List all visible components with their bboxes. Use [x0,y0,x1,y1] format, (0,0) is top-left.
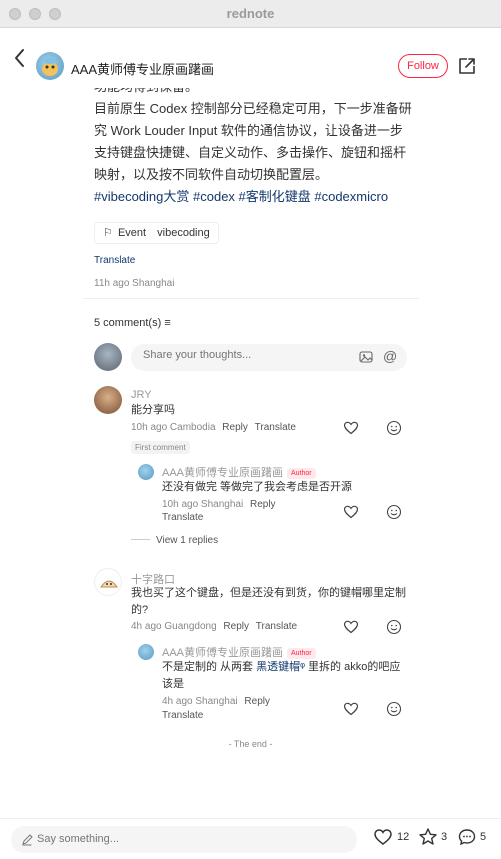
reply-author-name: AAA黄师傅专业原画躇画 [162,647,284,659]
post-hashtags[interactable]: #vibecoding大赏 #codex #客制化键盘 #codexmicro [94,186,414,208]
say-something-input[interactable] [37,833,337,845]
view-replies-line [131,539,150,540]
end-of-comments: - The end - [228,739,273,749]
comment-meta: 10h ago Cambodia Reply Translate [131,422,296,433]
heart-icon[interactable] [343,420,359,436]
post-meta: 11h ago Shanghai [94,278,175,289]
translate-post-link[interactable]: Translate [94,255,135,266]
event-value: vibecoding [157,227,210,239]
stars-count: 3 [441,831,448,843]
translate-button[interactable]: Translate [162,710,203,721]
comment-input-box[interactable]: @ [131,344,407,371]
comments-count: 5 [480,831,487,843]
emoji-icon[interactable] [386,701,402,717]
reply-text-before: 不是定制的 从两套 [162,661,254,673]
comment-bubble-icon[interactable] [457,827,477,847]
comment-time-location: 4h ago Guangdong [131,621,217,632]
heart-icon[interactable] [343,619,359,635]
first-comment-badge: First comment [131,441,190,454]
reply-button[interactable]: Reply [222,422,248,433]
author-badge: Author [287,468,316,479]
view-replies-label: View 1 replies [156,535,219,546]
flag-icon: ⚐ [103,227,113,239]
comments-count-label: 5 comment(s) [94,317,162,329]
reply-button[interactable]: Reply [223,621,249,632]
reply-meta: 10h ago Shanghai Reply [162,499,276,510]
divider [83,298,419,299]
reply-time-location: 10h ago Shanghai [162,499,244,510]
reply-time-location: 4h ago Shanghai [162,696,238,707]
comment-meta: 4h ago Guangdong Reply Translate [131,621,297,632]
translate-button[interactable]: Translate [162,512,203,523]
comment-input[interactable] [143,349,343,361]
like-heart-icon[interactable] [373,827,393,847]
author-avatar[interactable] [36,52,64,80]
mention-icon[interactable]: @ [383,348,397,364]
view-replies-button[interactable]: View 1 replies [131,535,218,546]
comments-count-sort[interactable]: 5 comment(s) ≡ [94,317,171,329]
reply-translate: Translate [162,512,203,523]
commenter-name[interactable]: JRY [131,389,152,401]
search-icon: ᵠ [300,661,305,673]
reply-author[interactable]: AAA黄师傅专业原画躇画 Author [162,644,316,660]
reply-author-avatar[interactable] [138,464,154,480]
keycap-link[interactable]: 黑透键帽ᵠ [256,661,305,673]
sort-icon: ≡ [164,317,171,329]
reply-button[interactable]: Reply [250,499,276,510]
reply-author-name: AAA黄师傅专业原画躇画 [162,467,284,479]
event-chip[interactable]: ⚐ Event vibecoding [94,222,219,244]
current-user-avatar [94,343,122,371]
emoji-icon[interactable] [386,420,402,436]
reply-author-avatar[interactable] [138,644,154,660]
back-arrow-icon[interactable] [10,46,30,70]
author-badge: Author [287,648,316,659]
heart-icon[interactable] [343,701,359,717]
post-body: 功能均得到保留。 目前原生 Codex 控制部分已经稳定可用，下一步准备研究 W… [94,76,414,208]
comment-time-location: 10h ago Cambodia [131,422,216,433]
avatar-creature-icon [42,58,58,76]
say-something-box[interactable] [11,826,357,853]
commenter-avatar[interactable] [94,386,122,414]
comment-text: 能分享吗 [131,404,175,416]
reply-text: 还没有做完 等做完了我会考虑是否开源 [162,481,353,493]
post-body-paragraph: 目前原生 Codex 控制部分已经稳定可用，下一步准备研究 Work Loude… [94,101,412,182]
share-icon[interactable] [457,56,477,76]
follow-button[interactable]: Follow [398,54,448,78]
reply-translate: Translate [162,710,203,721]
avatar-sketch-icon [100,580,118,588]
reply-text: 不是定制的 从两套 黑透键帽ᵠ 里拆的 akko的吧应该是 [162,659,407,693]
likes-count: 12 [397,831,410,843]
window-title: rednote [226,6,275,21]
comment-text: 我也买了这个键盘，但是还没有到货，你的键帽哪里定制的? [131,587,406,616]
pencil-icon [22,834,33,846]
heart-icon[interactable] [343,504,359,520]
event-label: Event [117,227,147,239]
translate-button[interactable]: Translate [256,621,297,632]
bottom-action-bar: 12 3 5 [0,818,501,859]
reply-button[interactable]: Reply [244,696,270,707]
commenter-avatar[interactable] [94,568,122,596]
author-name[interactable]: AAA黄师傅专业原画躇画 [71,59,214,78]
image-icon[interactable] [359,350,373,364]
star-icon[interactable] [418,827,438,847]
post-header: AAA黄师傅专业原画躇画 Follow [0,28,501,88]
reply-author[interactable]: AAA黄师傅专业原画躇画 Author [162,464,316,480]
keycap-link-label: 黑透键帽 [256,661,301,673]
reply-meta: 4h ago Shanghai Reply [162,696,270,707]
emoji-icon[interactable] [386,504,402,520]
translate-button[interactable]: Translate [255,422,296,433]
emoji-icon[interactable] [386,619,402,635]
window-titlebar: rednote [0,0,501,28]
